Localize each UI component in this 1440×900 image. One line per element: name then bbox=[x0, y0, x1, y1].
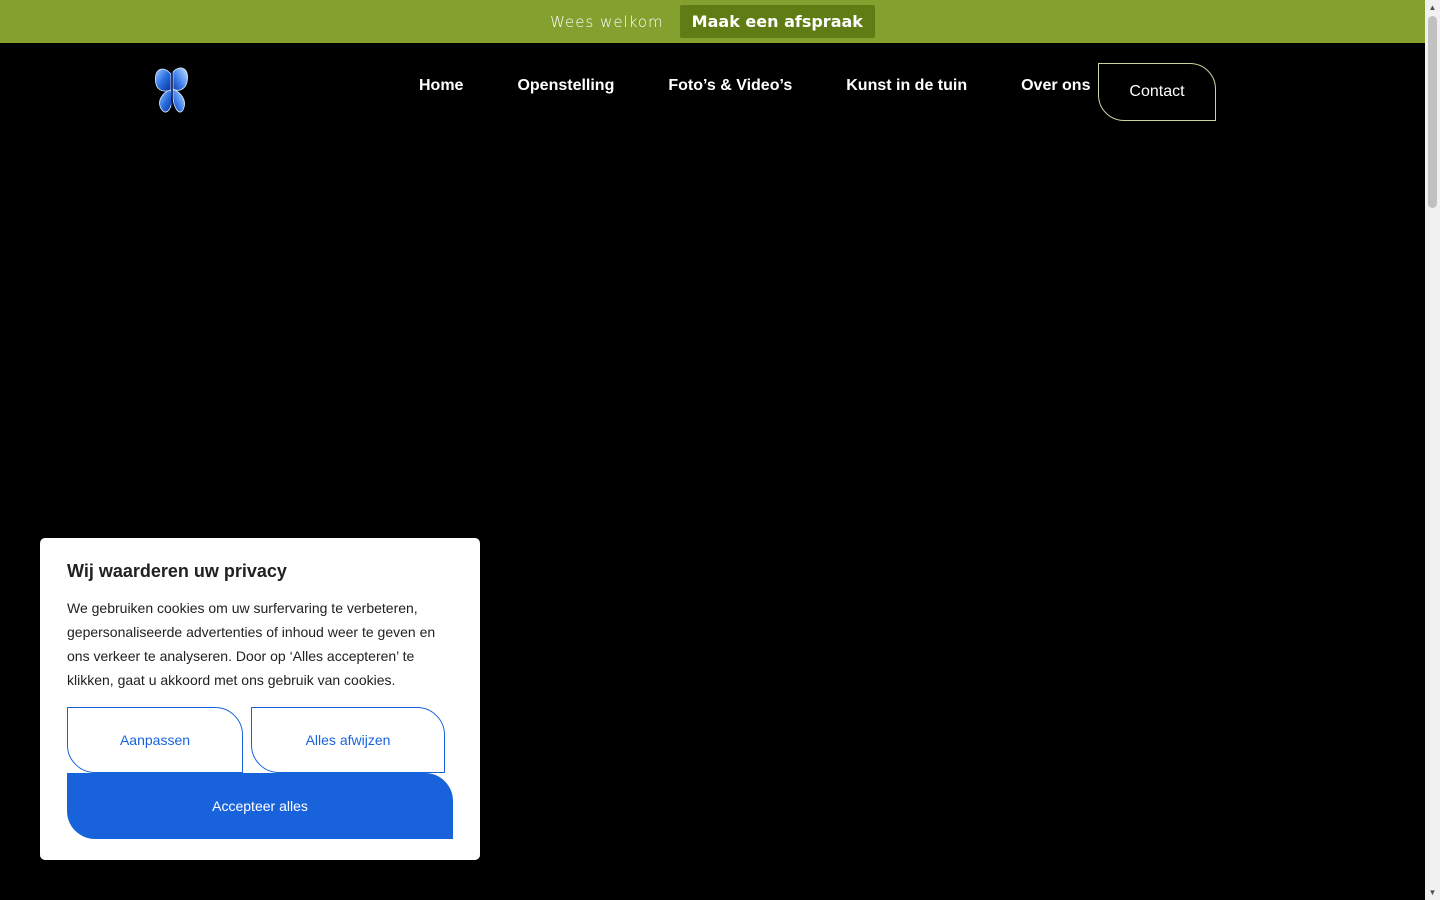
announcement-bar: Wees welkom Maak een afspraak bbox=[0, 0, 1425, 43]
scrollbar-thumb[interactable] bbox=[1428, 16, 1437, 208]
main-nav: Home Openstelling Foto’s & Video’s Kunst… bbox=[419, 76, 1090, 96]
page-scrollbar[interactable]: ▲ ▼ bbox=[1425, 0, 1440, 900]
contact-button[interactable]: Contact bbox=[1098, 63, 1216, 121]
welcome-text: Wees welkom bbox=[550, 12, 664, 31]
cookie-title: Wij waarderen uw privacy bbox=[67, 561, 287, 581]
page: Wees welkom Maak een afspraak Home Opens… bbox=[0, 0, 1425, 900]
reject-all-button[interactable]: Alles afwijzen bbox=[251, 707, 445, 773]
scroll-up-icon[interactable]: ▲ bbox=[1425, 0, 1440, 15]
butterfly-icon bbox=[155, 67, 188, 113]
cookie-consent-dialog: Wij waarderen uw privacy We gebruiken co… bbox=[40, 538, 480, 860]
nav-item-photos-videos[interactable]: Foto’s & Video’s bbox=[668, 76, 792, 96]
nav-item-art-in-garden[interactable]: Kunst in de tuin bbox=[846, 76, 967, 96]
nav-item-home[interactable]: Home bbox=[419, 76, 463, 96]
scroll-down-icon[interactable]: ▼ bbox=[1425, 885, 1440, 900]
nav-item-openstelling[interactable]: Openstelling bbox=[517, 76, 614, 96]
cookie-description: We gebruiken cookies om uw surfervaring … bbox=[67, 600, 436, 688]
customize-button[interactable]: Aanpassen bbox=[67, 707, 243, 773]
site-logo[interactable] bbox=[150, 62, 194, 118]
make-appointment-button[interactable]: Maak een afspraak bbox=[679, 5, 875, 38]
accept-all-button[interactable]: Accepteer alles bbox=[67, 773, 453, 839]
nav-item-about-us[interactable]: Over ons bbox=[1021, 76, 1090, 96]
